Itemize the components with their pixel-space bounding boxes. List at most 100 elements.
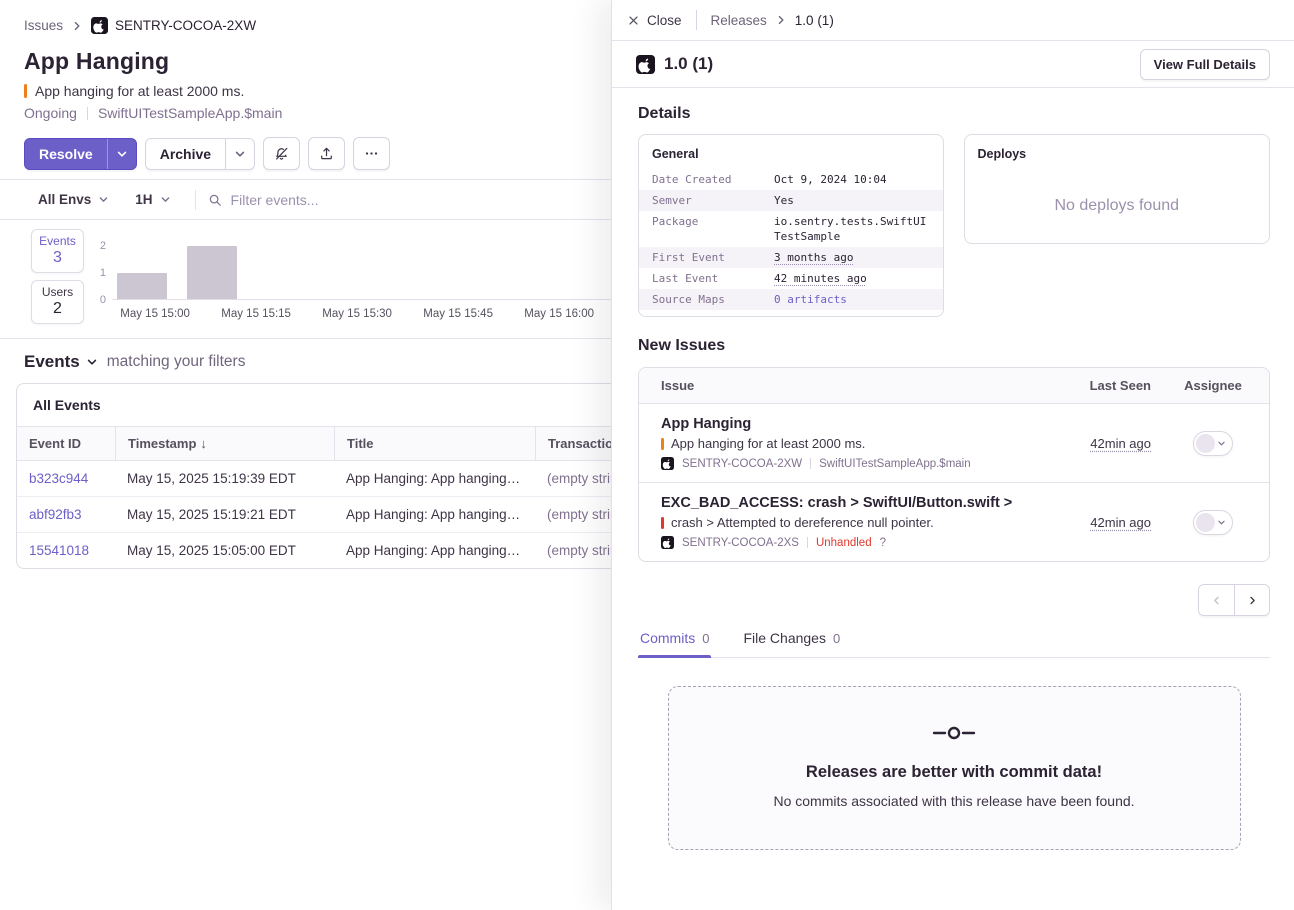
x-tick-label: May 15 15:45 [423,308,493,320]
divider [807,537,808,548]
new-issues-heading: New Issues [638,337,1270,355]
avatar [1196,513,1215,532]
commit-icon [932,725,976,741]
help-question-icon[interactable]: ? [880,537,886,549]
breadcrumb-release-version: 1.0 (1) [795,13,834,28]
sort-descending-icon: ↓ [200,436,207,451]
next-page-button[interactable] [1234,585,1269,615]
breadcrumb-issues-link[interactable]: Issues [24,18,63,33]
new-issues-table: Issue Last Seen Assignee App Hanging App… [638,367,1270,562]
resolve-dropdown-button[interactable] [107,139,136,169]
kv-row: Date Created Oct 9, 2024 10:04 [639,169,943,190]
source-maps-link[interactable]: 0 artifacts [774,292,930,307]
search-box [208,192,461,208]
new-issues-table-header: Issue Last Seen Assignee [639,368,1269,404]
issue-message: crash > Attempted to dereference null po… [671,515,934,530]
event-title: App Hanging: App hanging for at least 20… [334,461,535,496]
upload-icon [319,146,334,161]
column-header-timestamp[interactable]: Timestamp ↓ [115,427,334,460]
y-tick-label: 2 [100,240,106,252]
issue-project: SENTRY-COCOA-2XW [682,458,802,470]
event-id-link[interactable]: 15541018 [17,533,115,568]
timestamp-header-label: Timestamp [128,436,196,451]
kv-key: Package [652,214,774,244]
events-chart-plot [112,246,611,300]
chevron-right-icon [1247,595,1258,606]
apple-platform-icon [636,55,655,74]
tab-file-changes[interactable]: File Changes 0 [741,630,842,657]
environment-filter[interactable]: All Envs [26,186,121,213]
kv-key: Date Created [652,172,774,187]
archive-dropdown-button[interactable] [225,139,254,169]
apple-platform-icon [661,536,674,549]
divider [696,10,697,30]
issue-row: App Hanging App hanging for at least 200… [639,404,1269,483]
column-header-last-seen: Last Seen [1047,368,1157,403]
kv-key: Source Maps [652,292,774,307]
avatar [1196,434,1215,453]
warning-level-indicator [24,84,27,98]
assignee-dropdown[interactable] [1193,510,1233,535]
issue-scope: SwiftUITestSampleApp.$main [819,458,970,470]
time-range-filter-label: 1H [135,192,152,207]
mute-button[interactable] [263,137,300,170]
close-label: Close [647,13,682,28]
tab-count: 0 [833,631,840,646]
previous-page-button[interactable] [1199,585,1234,615]
issue-scope: SwiftUITestSampleApp.$main [98,105,282,121]
panel-breadcrumb: Releases 1.0 (1) [711,13,834,28]
view-full-details-button[interactable]: View Full Details [1140,49,1270,80]
ellipsis-icon [364,146,379,161]
chevron-right-icon [71,20,83,32]
event-timestamp: May 15, 2025 15:19:21 EDT [115,497,334,532]
release-tabs: Commits 0 File Changes 0 [638,630,1270,658]
tab-commits[interactable]: Commits 0 [638,630,711,657]
close-panel-button[interactable]: Close [628,13,682,28]
issue-link[interactable]: App Hanging [661,416,1039,432]
apple-platform-icon [661,457,674,470]
x-tick-label: May 15 15:30 [322,308,392,320]
apple-platform-icon [91,17,108,34]
share-button[interactable] [308,137,345,170]
commits-empty-state: Releases are better with commit data! No… [668,686,1241,850]
kv-value: io.sentry.tests.SwiftUITestSample [774,214,930,244]
issue-row: EXC_BAD_ACCESS: crash > SwiftUI/Button.s… [639,483,1269,561]
time-range-filter[interactable]: 1H [123,186,182,213]
issue-status: Ongoing [24,105,77,121]
kv-row: First Event 3 months ago [639,247,943,268]
column-header-assignee: Assignee [1157,368,1269,403]
event-id-link[interactable]: b323c944 [17,461,115,496]
x-tick-label: May 15 16:00 [524,308,594,320]
resolve-button[interactable]: Resolve [25,139,107,169]
breadcrumb-releases-link[interactable]: Releases [711,13,767,28]
kv-key: Semver [652,193,774,208]
column-header-event-id: Event ID [17,427,115,460]
environment-filter-label: All Envs [38,192,91,207]
deploys-card: Deploys No deploys found [964,134,1271,244]
kv-value-last-event: 42 minutes ago [774,271,930,286]
filter-events-input[interactable] [231,192,461,208]
kv-row: Last Event 42 minutes ago [639,268,943,289]
column-header-issue: Issue [639,368,1047,403]
deploys-card-title: Deploys [965,147,1270,161]
archive-button[interactable]: Archive [146,139,225,169]
kv-key: Last Event [652,271,774,286]
users-stat-value: 2 [53,300,62,318]
events-section-dropdown[interactable]: Events [24,352,98,372]
unhandled-tag: Unhandled [816,537,872,549]
kv-row: Package io.sentry.tests.SwiftUITestSampl… [639,211,943,247]
event-id-link[interactable]: abf92fb3 [17,497,115,532]
more-actions-button[interactable] [353,137,390,170]
kv-key: First Event [652,250,774,265]
assignee-dropdown[interactable] [1193,431,1233,456]
breadcrumb-project-link[interactable]: SENTRY-COCOA-2XW [91,17,256,34]
events-section-title: Events [24,352,80,372]
tab-count: 0 [702,631,709,646]
details-heading: Details [638,105,1270,123]
issue-link[interactable]: EXC_BAD_ACCESS: crash > SwiftUI/Button.s… [661,495,1039,511]
release-title-bar: 1.0 (1) View Full Details [612,41,1294,88]
chevron-down-icon [234,148,246,160]
commits-empty-message: No commits associated with this release … [773,793,1134,809]
archive-split-button: Archive [145,138,255,170]
chevron-down-icon [1217,439,1226,448]
